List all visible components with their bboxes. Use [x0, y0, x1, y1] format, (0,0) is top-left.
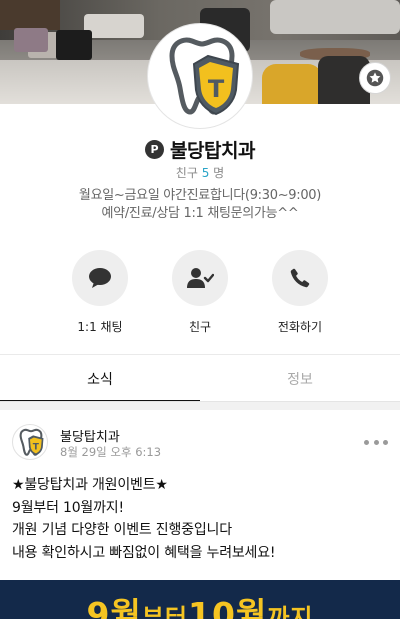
section-gap	[0, 402, 400, 410]
chat-button[interactable]: 1:1 채팅	[60, 250, 140, 335]
chat-bubble-icon	[89, 268, 111, 288]
friends-unit: 명	[213, 166, 225, 180]
call-button-circle[interactable]	[272, 250, 328, 306]
friends-count[interactable]: 친구 5 명	[0, 164, 400, 181]
banner-text: 10월	[188, 595, 268, 619]
tab-news[interactable]: 소식	[0, 355, 200, 402]
star-icon	[366, 69, 384, 87]
favorite-button[interactable]	[359, 62, 391, 94]
banner-headline: 9월부터10월까지	[0, 588, 400, 619]
cover-stool	[56, 30, 92, 60]
cover-sofa	[270, 0, 400, 34]
profile-logo[interactable]: T	[148, 24, 252, 128]
call-button-label: 전화하기	[277, 320, 323, 334]
logo-letter: T	[33, 443, 40, 453]
more-dot-icon	[383, 439, 388, 445]
more-dot-icon	[373, 439, 379, 445]
banner-text: 까지	[267, 604, 314, 619]
tab-info[interactable]: 정보	[200, 355, 400, 402]
post-author[interactable]: 불당탑치과	[60, 426, 120, 445]
plus-badge-icon: P	[145, 139, 165, 159]
tooth-shield-logo: T	[169, 37, 240, 116]
description-line: 월요일~금요일 야간진료합니다(9:30~9:00)	[78, 188, 322, 203]
friend-button-circle[interactable]	[172, 250, 228, 306]
post-body: ★불당탑치과 개원이벤트★ 9월부터 10월까지! 개원 기념 다양한 이벤트 …	[12, 474, 392, 564]
post-avatar[interactable]: T	[12, 424, 48, 460]
friends-label: 친구	[175, 166, 198, 180]
banner-text: 9월	[86, 595, 142, 619]
more-options-button[interactable]	[364, 438, 388, 446]
friend-added-icon	[187, 268, 214, 288]
profile-name: 불당탑치과	[170, 139, 255, 162]
friend-button[interactable]: 친구	[160, 250, 240, 335]
tooth-shield-logo: T	[19, 428, 44, 456]
profile-description: 월요일~금요일 야간진료합니다(9:30~9:00) 예약/진료/상담 1:1 …	[0, 187, 400, 223]
post-time: 8월 29일 오후 6:13	[60, 445, 162, 459]
friend-button-label: 친구	[188, 320, 212, 334]
banner-text: 부터	[141, 604, 189, 619]
tab-bar: 소식 정보	[0, 355, 400, 402]
post-line: 9월부터 10월까지!	[12, 499, 124, 516]
post-line: 개원 기념 다양한 이벤트 진행중입니다	[12, 522, 232, 538]
friends-number: 5	[201, 166, 210, 180]
call-button[interactable]: 전화하기	[260, 250, 340, 335]
description-line: 예약/진료/상담 1:1 채팅문의가능^^	[101, 206, 299, 221]
post-banner-image[interactable]: 9월부터10월까지	[0, 580, 400, 619]
post-line: ★불당탑치과 개원이벤트★	[12, 477, 168, 493]
chat-button-label: 1:1 채팅	[77, 320, 123, 334]
cover-chair	[262, 64, 322, 104]
cover-stool	[14, 28, 48, 52]
cover-sofa	[84, 14, 144, 38]
phone-icon	[290, 268, 310, 288]
chat-button-circle[interactable]	[72, 250, 128, 306]
profile-name-row: P 불당탑치과	[0, 136, 400, 162]
cover-shelf	[0, 0, 60, 30]
more-dot-icon	[364, 439, 369, 445]
post-line: 내용 확인하시고 빠짐없이 혜택을 누려보세요!	[12, 544, 276, 561]
logo-letter: T	[208, 75, 225, 103]
action-buttons: 1:1 채팅 친구 전화하기	[0, 250, 400, 340]
